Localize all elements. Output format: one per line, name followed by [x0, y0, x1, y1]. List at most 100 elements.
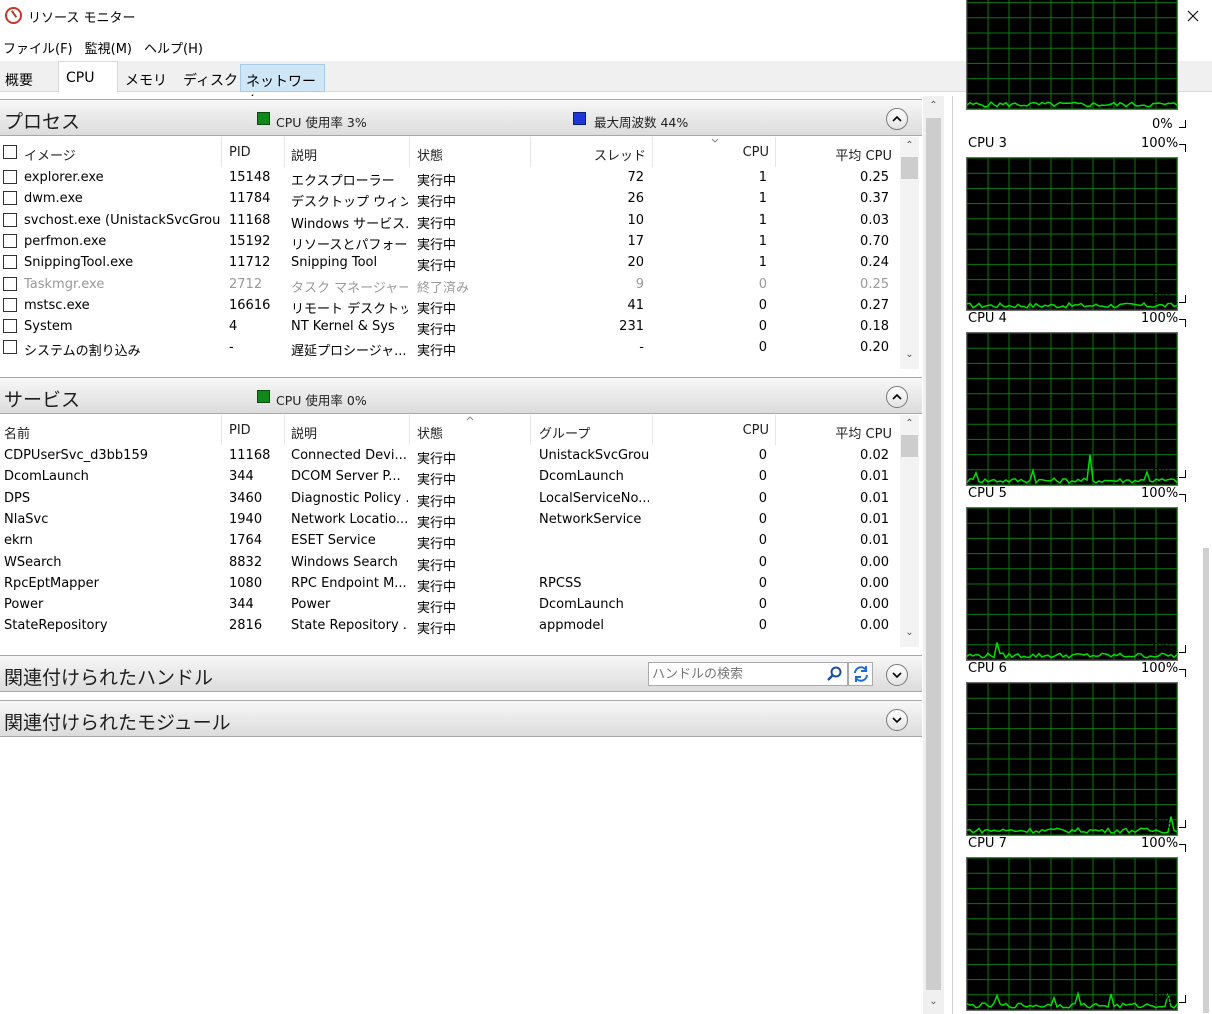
column-header-cpu[interactable]: CPU: [653, 415, 776, 445]
process-checkbox[interactable]: [3, 297, 17, 312]
process-pid-cell: -: [229, 340, 234, 356]
process-row[interactable]: explorer.exe 15148 エクスプローラー 実行中 72 1 0.25: [0, 167, 900, 189]
processes-collapse-button[interactable]: [886, 108, 908, 130]
refresh-search-button[interactable]: [848, 662, 873, 686]
service-status-cell: 実行中: [417, 473, 457, 489]
process-checkbox[interactable]: [3, 170, 17, 184]
column-header-pid[interactable]: PID: [222, 137, 285, 167]
service-row[interactable]: RpcEptMapper 1080 RPC Endpoint M... 実行中 RPCS…: [0, 573, 900, 595]
column-header-name[interactable]: 名前: [0, 415, 222, 445]
process-row[interactable]: dwm.exe 11784 デスクトップ ウィン... 実行中 26 1 0.37: [0, 188, 900, 210]
services-collapse-button[interactable]: [886, 386, 908, 408]
service-pid-cell: 344: [229, 597, 254, 613]
handles-expand-button[interactable]: [886, 664, 908, 686]
process-desc-cell: リモート デスクトップ: [291, 301, 408, 317]
process-checkbox[interactable]: [3, 276, 17, 291]
column-header-average-cpu[interactable]: 平均 CPU: [776, 137, 900, 167]
column-header-image[interactable]: イメージ: [0, 137, 222, 167]
service-group-cell: DcomLaunch: [539, 597, 624, 613]
processes-scroll-thumb[interactable]: [901, 157, 918, 179]
process-row[interactable]: svchost.exe (UnistackSvcGroup) 11168 Windo…: [0, 210, 900, 232]
select-all-checkbox[interactable]: [3, 145, 17, 159]
service-row[interactable]: ekrn 1764 ESET Service 実行中 0 0.01: [0, 530, 900, 552]
process-row[interactable]: システムの割り込み - 遅延プロシージャ... 実行中 - 0 0.20: [0, 337, 900, 359]
service-row[interactable]: Power 344 Power 実行中 DcomLaunch 0 0.00: [0, 594, 900, 616]
process-checkbox[interactable]: [3, 340, 17, 355]
modules-header[interactable]: 関連付けられたモジュール: [0, 700, 922, 737]
modules-expand-button[interactable]: [886, 709, 908, 731]
service-pid-cell: 1080: [229, 575, 263, 591]
service-avg-cell: 0.00: [860, 554, 889, 570]
tab-network[interactable]: ネットワーク: [240, 64, 325, 110]
process-checkbox[interactable]: [3, 233, 17, 248]
process-row[interactable]: System 4 NT Kernel & Sys 実行中 231 0 0.18: [0, 316, 900, 339]
handle-search-box: [648, 662, 848, 686]
service-row[interactable]: DcomLaunch 344 DCOM Server P... 実行中 DcomLaun…: [0, 466, 900, 489]
process-checkbox[interactable]: [3, 255, 17, 270]
resource-monitor-icon: [5, 7, 22, 24]
column-header-threads[interactable]: スレッド: [531, 137, 653, 167]
column-header-average-cpu[interactable]: 平均 CPU: [776, 415, 900, 445]
services-header[interactable]: サービス CPU 使用率 0%: [0, 377, 922, 414]
service-group-cell: UnistackSvcGroup: [539, 448, 649, 463]
column-header-cpu[interactable]: CPU: [653, 137, 776, 167]
service-pid-cell: 3460: [229, 490, 263, 506]
service-pid-cell: 2816: [229, 618, 263, 634]
process-checkbox[interactable]: [3, 212, 17, 227]
service-desc-cell: ESET Service: [291, 533, 376, 549]
scroll-down-icon[interactable]: ⌄: [900, 627, 919, 638]
handle-search-input[interactable]: [649, 663, 819, 685]
process-image-cell: System: [24, 319, 73, 335]
process-cpu-cell: 0: [758, 276, 767, 292]
process-image-cell: explorer.exe: [24, 170, 104, 185]
column-header-group[interactable]: グループ: [531, 415, 653, 445]
processes-scrollbar[interactable]: ⌃ ⌄: [900, 137, 919, 369]
service-row[interactable]: CDPUserSvc_d3bb159 11168 Connected Devi...…: [0, 445, 900, 467]
search-icon[interactable]: [827, 666, 843, 682]
scale-bracket: [1179, 844, 1186, 852]
services-scroll-thumb[interactable]: [901, 435, 918, 457]
column-header-description[interactable]: 説明: [285, 415, 410, 445]
process-avg-cell: 0.25: [860, 170, 889, 185]
modules-title: 関連付けられたモジュール: [4, 712, 231, 734]
tab-cpu[interactable]: CPU: [58, 61, 118, 92]
menu-monitor[interactable]: 監視(M): [82, 36, 141, 58]
tab-disk[interactable]: ディスク: [178, 64, 244, 92]
process-row[interactable]: mstsc.exe 16616 リモート デスクトップ実行中 41 0 0.27: [0, 295, 900, 317]
details-scrollbar[interactable]: ⌃ ⌄: [923, 96, 944, 1014]
scroll-down-icon[interactable]: ⌄: [924, 996, 943, 1007]
cpu-usage-legend-icon: [257, 112, 270, 125]
service-row[interactable]: WSearch 8832 Windows Search 実行中 0 0.00: [0, 552, 900, 574]
process-row[interactable]: Taskmgr.exe 2712 タスク マネージャー 終了済み 9 0 0.25: [0, 274, 900, 296]
services-scrollbar[interactable]: ⌃ ⌄: [900, 415, 919, 647]
scroll-up-icon[interactable]: ⌃: [924, 100, 943, 111]
service-desc-cell: Diagnostic Policy ...: [291, 490, 408, 506]
tab-memory[interactable]: メモリ: [120, 64, 173, 92]
service-row[interactable]: StateRepository 2816 State Repository ... 実…: [0, 615, 900, 637]
column-header-status[interactable]: 状態: [410, 415, 531, 445]
column-header-status[interactable]: 状態: [410, 137, 531, 167]
scroll-up-icon[interactable]: ⌃: [900, 418, 919, 429]
service-row[interactable]: NlaSvc 1940 Network Locatio... 実行中 NetworkSe…: [0, 509, 900, 531]
menu-help[interactable]: ヘルプ(H): [141, 36, 212, 58]
service-group-cell: appmodel: [539, 618, 604, 634]
process-row[interactable]: perfmon.exe 15192 リソースとパフォーマ... 実行中 17 1 0.70: [0, 231, 900, 253]
service-row[interactable]: DPS 3460 Diagnostic Policy ... 実行中 LocalServ…: [0, 488, 900, 510]
details-scroll-thumb[interactable]: [926, 118, 941, 990]
scroll-up-icon[interactable]: ⌃: [900, 140, 919, 151]
graphs-scrollbar[interactable]: [1200, 96, 1212, 1014]
column-header-pid[interactable]: PID: [222, 415, 285, 445]
scroll-down-icon[interactable]: ⌄: [900, 349, 919, 360]
process-status-cell: 実行中: [417, 323, 457, 339]
process-checkbox[interactable]: [3, 191, 17, 206]
service-cpu-cell: 0: [758, 469, 767, 485]
column-header-description[interactable]: 説明: [285, 137, 410, 167]
tab-overview[interactable]: 概要: [0, 64, 39, 92]
process-checkbox[interactable]: [3, 319, 17, 334]
processes-header[interactable]: プロセス CPU 使用率 3% 最大周波数 44%: [0, 99, 922, 136]
handles-header[interactable]: 関連付けられたハンドル: [0, 655, 922, 692]
menu-file[interactable]: ファイル(F): [0, 36, 82, 58]
cpu-graph-title: CPU 4: [968, 311, 1007, 326]
process-row[interactable]: SnippingTool.exe 11712 Snipping Tool 実行中 20 1…: [0, 252, 900, 274]
graphs-scroll-thumb[interactable]: [1203, 548, 1209, 1013]
